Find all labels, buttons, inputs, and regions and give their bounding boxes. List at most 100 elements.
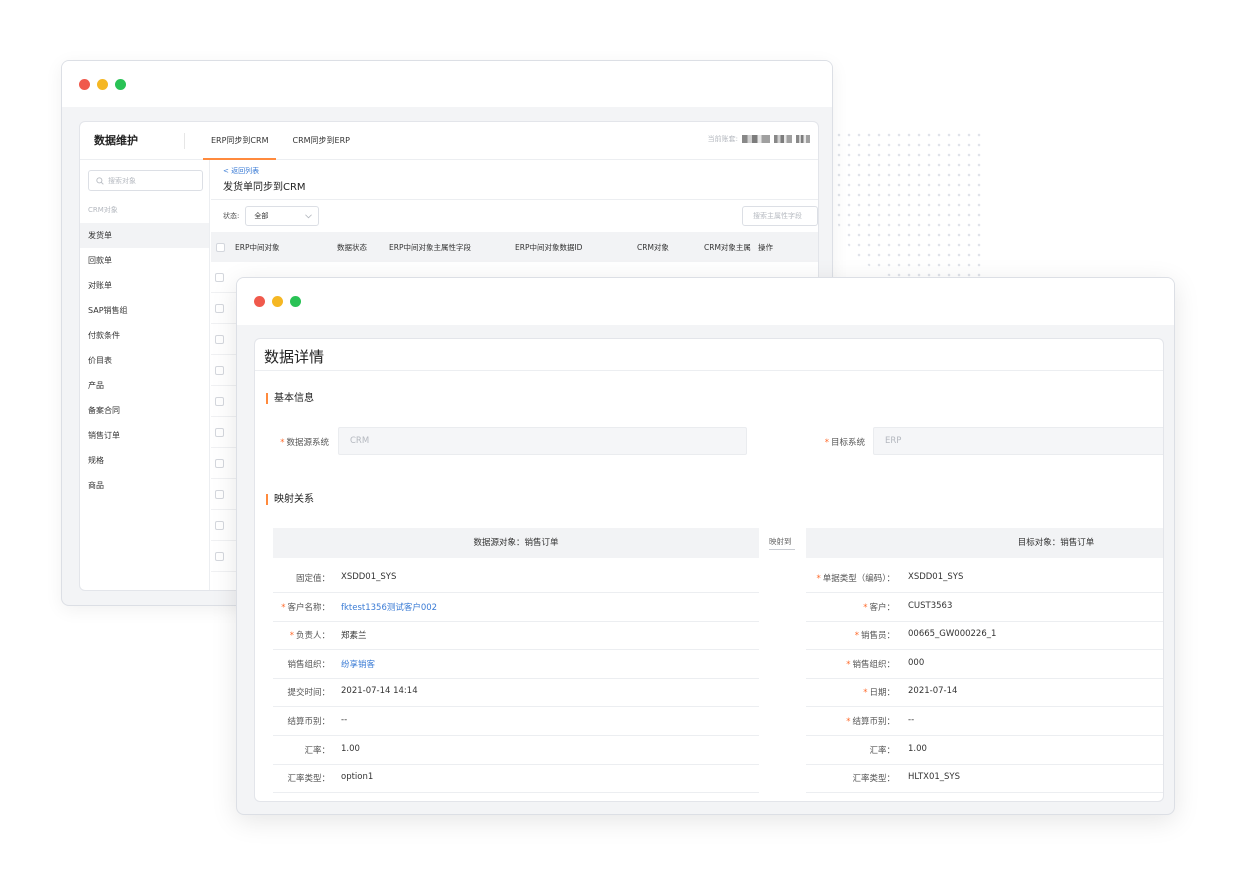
target-field-row: * 日期： 2021-07-14 (806, 678, 1163, 708)
field-value: 1.00 (341, 743, 360, 754)
field-label: 结算币别： (273, 715, 330, 727)
row-checkbox[interactable] (215, 458, 224, 468)
app-title: 数据维护 (80, 132, 185, 149)
redacted-account-name (742, 135, 770, 143)
current-account-label: 当前账套: (707, 135, 738, 143)
field-label-text: 汇率类型： (287, 774, 330, 785)
column-header[interactable]: ERP中间对象主属性字段 (389, 242, 515, 253)
page-title: 数据详情 (255, 339, 1163, 371)
field-value: XSDD01_SYS (341, 572, 397, 582)
row-checkbox[interactable] (215, 427, 224, 437)
target-field-row: * 销售员： 00665_GW000226_1 (806, 621, 1163, 651)
field-label-text: 单据类型（编码）： (822, 574, 895, 584)
field-label-text: 客户名称： (287, 602, 330, 613)
column-header[interactable]: CRM对象 (637, 242, 704, 253)
row-checkbox[interactable] (215, 365, 224, 375)
row-checkbox[interactable] (215, 520, 224, 530)
window-titlebar (237, 278, 1174, 325)
row-checkbox[interactable] (215, 272, 224, 282)
field-label: * 销售员： (806, 629, 895, 641)
field-label-text: 固定值： (295, 574, 330, 584)
field-label-text: 结算币别： (852, 717, 895, 727)
sidebar-item-goods[interactable]: 商品 (80, 473, 209, 498)
close-window-button[interactable] (79, 78, 90, 90)
maximize-window-button[interactable] (115, 78, 126, 90)
field-value[interactable]: 纷享销客 (341, 658, 375, 670)
source-field-row: 结算币别： -- (273, 707, 759, 736)
field-value: -- (908, 715, 915, 725)
field-label: 汇率类型： (273, 772, 330, 784)
minimize-window-button[interactable] (272, 296, 283, 307)
current-account[interactable]: 当前账套: (708, 134, 810, 144)
attribute-search-input[interactable]: 搜索主属性字段 (742, 206, 818, 226)
source-field-row: 汇率： 1.00 (273, 736, 759, 765)
field-value: -- (341, 715, 348, 725)
sidebar-item-filed-contract[interactable]: 备案合同 (80, 398, 209, 423)
field-value: 2021-07-14 14:14 (341, 686, 418, 697)
column-header[interactable]: 操作 (758, 242, 788, 253)
field-label: * 客户名称： (273, 601, 330, 613)
object-sidebar: 搜索对象 CRM对象 发货单 回款单 对账单 SAP销售组 付款条件 价目表 产… (80, 160, 210, 590)
field-value: 郑素兰 (341, 631, 367, 642)
row-checkbox[interactable] (215, 551, 224, 561)
source-system-field[interactable]: CRM (338, 427, 747, 455)
row-checkbox[interactable] (215, 334, 224, 344)
column-header[interactable]: CRM对象主属 (704, 242, 758, 253)
field-value: 00665_GW000226_1 (908, 629, 997, 640)
sidebar-item-product[interactable]: 产品 (80, 373, 209, 398)
row-checkbox[interactable] (215, 396, 224, 406)
maximize-window-button[interactable] (290, 296, 301, 307)
source-field-row: 销售组织： 纷享销客 (273, 650, 759, 679)
redacted-account-name (796, 135, 810, 143)
sidebar-item-specification[interactable]: 规格 (80, 448, 209, 473)
row-checkbox[interactable] (215, 303, 224, 313)
minimize-window-button[interactable] (97, 78, 108, 90)
sidebar-item-statement[interactable]: 对账单 (80, 273, 209, 298)
sidebar-item-sap-sales-group[interactable]: SAP销售组 (80, 298, 209, 323)
target-system-label: * 目标系统 (824, 438, 865, 448)
sidebar-item-payment-terms[interactable]: 付款条件 (80, 323, 209, 348)
field-label-text: 汇率类型： (852, 774, 895, 785)
status-filter-label: 状态: (223, 212, 240, 220)
object-search-input[interactable]: 搜索对象 (88, 170, 203, 191)
back-to-list-link[interactable]: < 返回列表 (211, 160, 818, 176)
source-field-row: 提交时间： 2021-07-14 14:14 (273, 678, 759, 708)
field-label-text: 销售组织： (287, 659, 330, 670)
field-label: * 销售组织： (806, 658, 895, 670)
column-header[interactable]: 数据状态 (337, 242, 389, 253)
chevron-down-icon (305, 213, 313, 218)
field-label: * 结算币别： (806, 715, 895, 727)
source-field-row: * 客户名称： fktest1356测试客户002 (273, 593, 759, 622)
select-all-checkbox[interactable] (216, 242, 225, 252)
sidebar-item-sales-order[interactable]: 销售订单 (80, 423, 209, 448)
tab-erp-to-crm[interactable]: ERP同步到CRM (199, 122, 280, 160)
data-detail-panel: 数据详情 基本信息 * 数据源系统 CRM * 目标系统 ERP 映射关系 数据源对… (254, 338, 1164, 802)
page-title: 发货单同步到CRM (223, 182, 306, 193)
sidebar-item-payment-receipt[interactable]: 回款单 (80, 248, 209, 273)
field-label-text: 客户： (869, 602, 895, 613)
field-label-text: 结算币别： (287, 717, 330, 727)
tab-crm-to-erp[interactable]: CRM同步到ERP (280, 122, 361, 160)
required-marker: * (846, 659, 851, 670)
required-marker: * (289, 631, 294, 642)
sidebar-item-price-list[interactable]: 价目表 (80, 348, 209, 373)
sync-direction-tabs: ERP同步到CRM CRM同步到ERP (199, 122, 362, 160)
status-filter-select[interactable]: 全部 (245, 206, 320, 226)
field-label-text: 提交时间： (287, 688, 330, 699)
target-field-row: * 结算币别： -- (806, 707, 1163, 736)
field-label-text: 汇率： (869, 745, 895, 756)
close-window-button[interactable] (254, 296, 265, 307)
target-system-field[interactable]: ERP (873, 427, 1163, 455)
column-header[interactable]: ERP中间对象数据ID (515, 242, 637, 253)
field-value[interactable]: fktest1356测试客户002 (341, 601, 437, 613)
target-field-row: * 单据类型（编码）： XSDD01_SYS (806, 564, 1163, 593)
column-header[interactable]: ERP中间对象 (235, 242, 337, 253)
sidebar-item-delivery-note[interactable]: 发货单 (80, 223, 209, 248)
filter-bar: 状态: 全部 搜索主属性字段 (211, 200, 818, 232)
field-label-text: 汇率： (304, 745, 330, 756)
field-value: 2021-07-14 (908, 686, 958, 697)
field-value: CUST3563 (908, 600, 953, 611)
field-label: 销售组织： (273, 658, 330, 670)
data-detail-window: 数据详情 基本信息 * 数据源系统 CRM * 目标系统 ERP 映射关系 数据源对… (236, 277, 1175, 815)
row-checkbox[interactable] (215, 489, 224, 499)
